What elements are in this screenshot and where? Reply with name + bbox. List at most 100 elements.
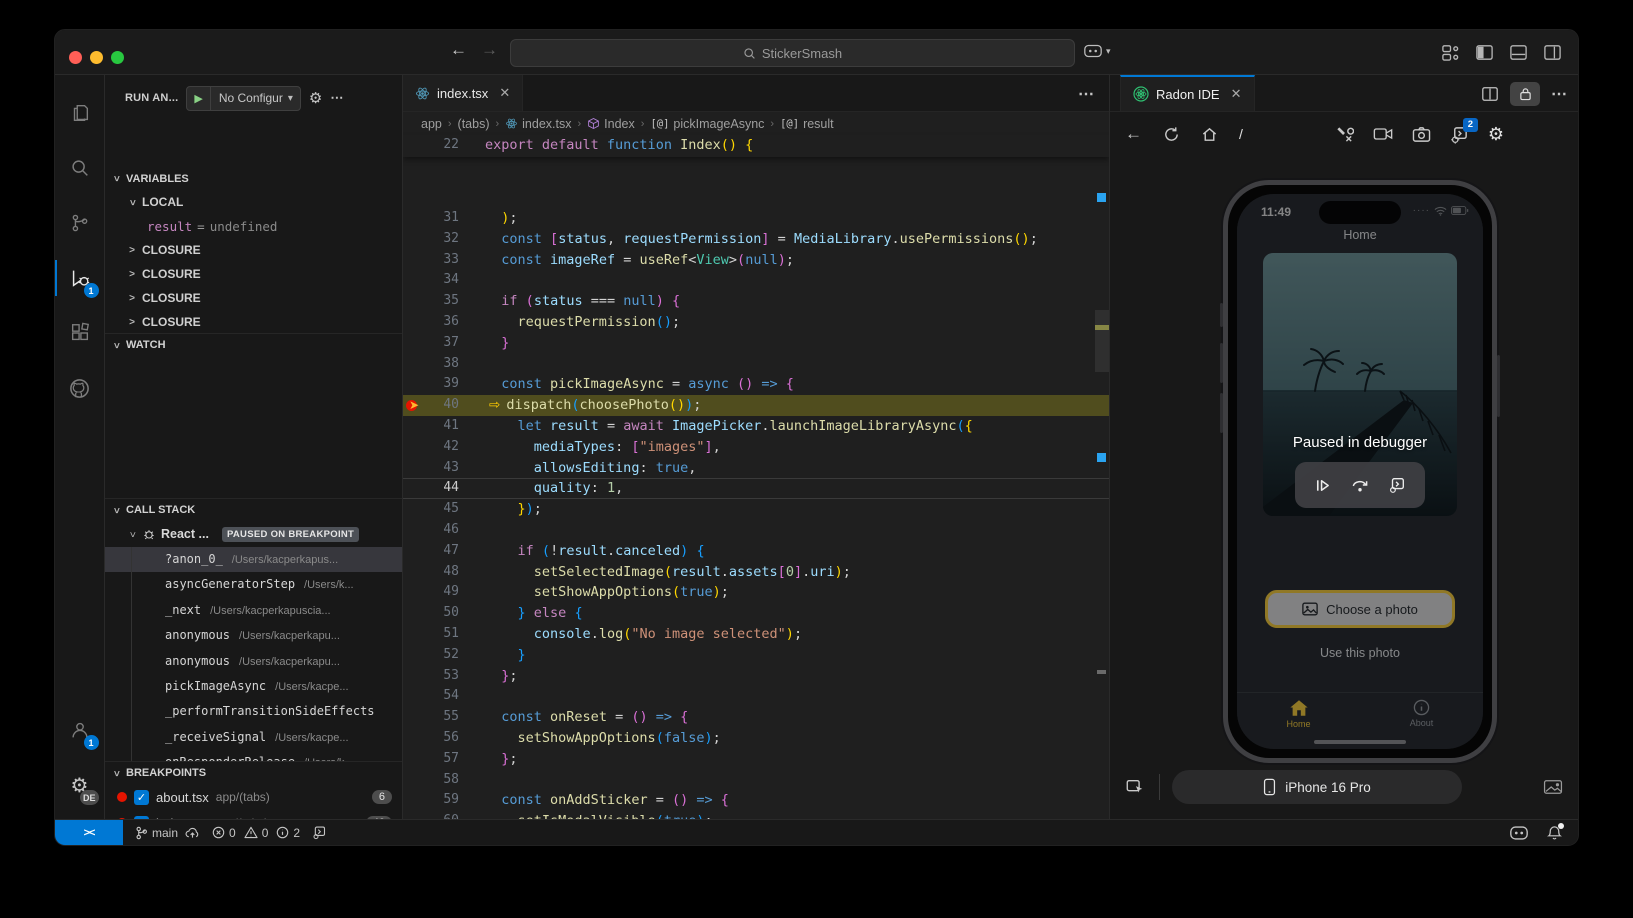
gutter-glyph[interactable] [403,291,427,312]
code-line-37[interactable]: 37 } [403,333,1109,354]
code-line-36[interactable]: 36 requestPermission(); [403,312,1109,333]
gutter-glyph[interactable] [403,333,427,354]
callstack-thread[interactable]: > React ... PAUSED ON BREAKPOINT [105,521,402,547]
radon-settings-icon[interactable]: ⚙ [1488,124,1504,145]
close-window-button[interactable] [69,51,82,64]
callstack-header[interactable]: >CALL STACK [105,498,402,521]
gutter-glyph[interactable] [403,354,427,375]
accounts-icon[interactable]: 1 [55,706,105,754]
nav-back-icon[interactable]: ← [1125,124,1142,144]
gutter-glyph[interactable] [403,416,427,437]
gutter-glyph[interactable] [403,520,427,541]
problems-item[interactable]: 0 0 2 [212,826,300,840]
code-line-33[interactable]: 33 const imageRef = useRef<View>(null); [403,250,1109,271]
code-line-38[interactable]: 38 [403,354,1109,375]
toggle-secondary-sidebar-icon[interactable] [1543,43,1562,62]
device-frame-icon[interactable] [1543,779,1563,795]
gutter-glyph[interactable] [403,208,427,229]
gutter-glyph[interactable] [403,312,427,333]
close-tab-icon[interactable]: ✕ [1231,86,1242,102]
code-line-58[interactable]: 58 [403,770,1109,791]
code-line-41[interactable]: 41 let result = await ImagePicker.launch… [403,416,1109,437]
variables-header[interactable]: >VARIABLES [105,167,402,190]
history-back-icon[interactable]: ← [450,40,467,60]
breakpoint-checkbox[interactable]: ✓ [134,790,149,805]
editor-more-actions-icon[interactable]: ⋯ [1078,84,1095,104]
record-video-icon[interactable] [1373,126,1393,142]
breakpoint-row[interactable]: ✓about.tsxapp/(tabs)6 [105,784,402,810]
zoom-window-button[interactable] [111,51,124,64]
code-line-60[interactable]: 60 setIsModalVisible(true); [403,811,1109,819]
breadcrumb-symbol-index[interactable]: Index [587,117,635,131]
breadcrumb-tabs[interactable]: (tabs) [458,117,490,131]
code-line-48[interactable]: 48 setSelectedImage(result.assets[0].uri… [403,562,1109,583]
gutter-glyph[interactable] [403,562,427,583]
code-line-47[interactable]: 47 if (!result.canceled) { [403,541,1109,562]
history-forward-icon[interactable]: → [481,40,498,60]
gutter-glyph[interactable] [403,250,427,271]
customize-layout-icon[interactable] [1441,43,1460,62]
gutter-glyph[interactable] [403,624,427,645]
breadcrumb-app[interactable]: app [421,117,442,131]
variable-result[interactable]: result = undefined [105,214,402,238]
source-control-icon[interactable] [55,199,105,247]
device-select-button[interactable]: iPhone 16 Pro [1172,770,1462,804]
gutter-glyph[interactable] [403,707,427,728]
inspect-element-icon[interactable] [1125,777,1145,797]
url-path[interactable]: / [1239,126,1243,142]
code-line-53[interactable]: 53 }; [403,666,1109,687]
stack-frame[interactable]: _next/Users/kacperkapuscia... [105,598,402,623]
gutter-glyph[interactable] [403,374,427,395]
gutter-glyph[interactable] [403,749,427,770]
gutter-glyph[interactable] [403,541,427,562]
start-debug-icon[interactable]: ▶ [187,87,210,110]
breadcrumb-symbol-result[interactable]: [@] result [780,117,834,131]
stack-frame[interactable]: _receiveSignal/Users/kacpe... [105,725,402,750]
device-preview-iphone[interactable]: 11:49 ···· Home [1223,180,1497,763]
stack-frame[interactable]: onResponderRelease/Users/k... [105,750,402,761]
code-line-22[interactable]: 22export default function Index() { [403,135,1109,156]
screenshot-camera-icon[interactable] [1412,126,1431,143]
more-actions-icon[interactable]: ⋯ [1551,84,1568,104]
code-line-45[interactable]: 45 }); [403,499,1109,520]
gutter-glyph[interactable] [403,270,427,291]
gutter-glyph[interactable] [403,582,427,603]
watch-header[interactable]: >WATCH [105,333,402,356]
stack-frame[interactable]: pickImageAsync/Users/kacpe... [105,674,402,699]
command-center-search[interactable]: StickerSmash [510,39,1075,67]
gutter-glyph[interactable] [403,811,427,819]
scope-closure[interactable]: >CLOSURE [105,238,402,262]
gutter-glyph[interactable] [403,728,427,749]
stack-frame[interactable]: ?anon_0_/Users/kacperkapus... [105,547,402,572]
code-line-54[interactable]: 54 [403,686,1109,707]
gutter-glyph[interactable] [403,135,427,156]
sticky-scroll-line[interactable]: 22export default function Index() { [403,135,1109,157]
stack-frame[interactable]: _performTransitionSideEffects [105,699,402,724]
phone-screen[interactable]: 11:49 ···· Home [1237,194,1483,749]
gutter-glyph[interactable] [403,666,427,687]
tab-index-tsx[interactable]: index.tsx ✕ [403,75,523,111]
breakpoint-glyph[interactable]: ➤ [403,395,427,416]
extensions-icon[interactable] [55,309,105,357]
run-and-debug-icon[interactable]: 1 [55,254,105,302]
breakpoints-header[interactable]: >BREAKPOINTS [105,761,402,784]
device-cast-button[interactable]: ▾ [1083,43,1111,59]
git-branch-item[interactable]: main [135,826,200,840]
code-line-46[interactable]: 46 [403,520,1109,541]
editor-scrollbar[interactable] [1095,310,1109,372]
continue-icon[interactable] [1314,477,1331,494]
gutter-glyph[interactable] [403,478,427,499]
open-debugger-icon[interactable] [1388,476,1406,494]
code-line-42[interactable]: 42 mediaTypes: ["images"], [403,437,1109,458]
explorer-icon[interactable] [55,89,105,137]
stack-frame[interactable]: anonymous/Users/kacperkapu... [105,649,402,674]
scope-closure[interactable]: >CLOSURE [105,286,402,310]
tab-radon-ide[interactable]: Radon IDE ✕ [1120,75,1255,111]
gutter-glyph[interactable] [403,645,427,666]
gutter-glyph[interactable] [403,458,427,479]
stack-frame[interactable]: anonymous/Users/kacperkapu... [105,623,402,648]
code-line-50[interactable]: 50 } else { [403,603,1109,624]
launch-config-select[interactable]: ▶ No Configur ▾ [186,86,301,111]
gutter-glyph[interactable] [403,770,427,791]
gutter-glyph[interactable] [403,603,427,624]
